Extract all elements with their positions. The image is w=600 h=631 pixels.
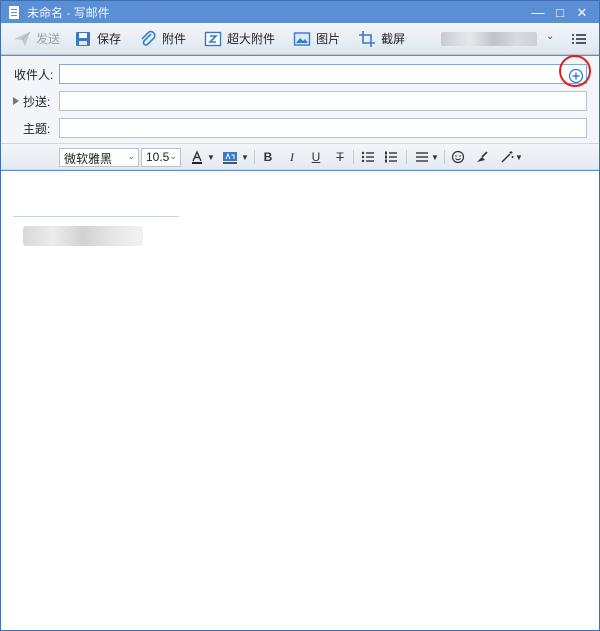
signature-block (23, 226, 143, 246)
expand-arrow-icon[interactable] (13, 97, 19, 105)
divider (353, 150, 354, 164)
emoji-icon[interactable] (450, 149, 466, 165)
document-icon (9, 5, 19, 19)
window-controls: — □ ✕ (527, 3, 593, 21)
title-bar: 未命名 - 写邮件 — □ ✕ (1, 1, 599, 23)
send-icon (13, 30, 31, 48)
attach-button[interactable]: 附件 (133, 26, 192, 52)
underline-button[interactable]: U (308, 149, 324, 165)
highlight-circle (559, 55, 591, 87)
to-field[interactable] (59, 64, 587, 84)
minimize-button[interactable]: — (527, 3, 549, 21)
chevron-down-icon[interactable]: ⌄ (546, 31, 554, 42)
sender-account-selector[interactable] (441, 32, 537, 46)
numbered-list-icon[interactable] (383, 149, 399, 165)
save-button[interactable]: 保存 (68, 26, 127, 52)
divider (406, 150, 407, 164)
compose-toolbar: 发送 保存 附件 超大附件 图片 截屏 ⌄ (1, 23, 599, 55)
screenshot-icon (358, 30, 376, 48)
cc-label: 抄送: (23, 94, 51, 109)
align-icon[interactable] (414, 149, 430, 165)
insert-image-button[interactable]: 图片 (287, 26, 346, 52)
send-button[interactable]: 发送 (7, 26, 66, 52)
subject-row: 主题: (1, 117, 599, 139)
image-icon (293, 30, 311, 48)
signature-divider (13, 216, 179, 217)
cc-field[interactable] (59, 91, 587, 111)
big-attachment-icon (204, 30, 222, 48)
strikethrough-button[interactable]: T (332, 149, 348, 165)
divider (444, 150, 445, 164)
font-color-dropdown-icon[interactable]: ▼ (206, 149, 216, 165)
header-fields: 收件人: 抄送: 主题: (1, 56, 599, 143)
highlight-dropdown-icon[interactable]: ▼ (240, 149, 250, 165)
paperclip-icon (139, 30, 157, 48)
italic-button[interactable]: I (284, 149, 300, 165)
message-body-editor[interactable] (1, 171, 599, 630)
menu-icon[interactable] (571, 31, 587, 47)
font-size-select[interactable]: 10.5 ⌄ (141, 148, 181, 167)
subject-field[interactable] (59, 118, 587, 138)
to-label: 收件人: (14, 67, 54, 82)
subject-label: 主题: (23, 121, 51, 136)
save-icon (74, 30, 92, 48)
chevron-down-icon: ⌄ (169, 151, 177, 161)
bold-button[interactable]: B (260, 149, 276, 165)
screenshot-button[interactable]: 截屏 (352, 26, 411, 52)
font-family-select[interactable]: 微软雅黑 ⌄ (59, 148, 139, 167)
divider (254, 150, 255, 164)
compose-window: 未命名 - 写邮件 — □ ✕ 发送 保存 附件 超大附件 图片 截屏 ⌄ 收件… (0, 0, 600, 631)
align-dropdown-icon[interactable]: ▼ (430, 149, 440, 165)
font-color-icon[interactable] (189, 149, 205, 165)
highlight-color-icon[interactable] (221, 149, 239, 165)
chevron-down-icon: ⌄ (127, 151, 135, 161)
bullet-list-icon[interactable] (360, 149, 376, 165)
big-attachment-button[interactable]: 超大附件 (198, 26, 281, 52)
maximize-button[interactable]: □ (549, 3, 571, 21)
window-title: 未命名 - 写邮件 (27, 5, 110, 20)
cc-row: 抄送: (1, 90, 599, 112)
close-button[interactable]: ✕ (571, 3, 593, 21)
format-toolbar: 微软雅黑 ⌄ 10.5 ⌄ ▼ ▼ B I U T ▼ ▼ (1, 143, 599, 170)
to-row: 收件人: (1, 63, 599, 85)
doodle-icon[interactable] (474, 149, 490, 165)
magic-wand-icon[interactable] (499, 149, 515, 165)
magic-dropdown-icon[interactable]: ▼ (514, 149, 524, 165)
